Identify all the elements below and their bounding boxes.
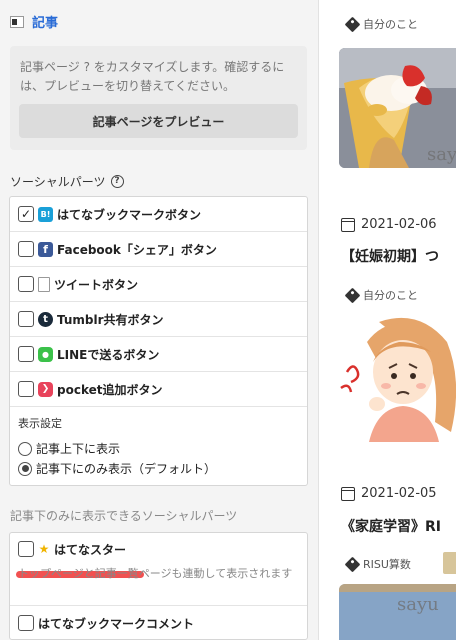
tag-thumbnail [443,552,456,574]
option-label: はてなブックマークボタン [57,207,202,222]
post-date: 2021-02-05 [341,486,437,501]
option-label: はてなスター [54,542,127,557]
post-title[interactable]: 《家庭学習》RI [341,516,441,536]
intro-box: 記事ページ ? をカスタマイズします。確認するには、プレビューを切り替えてくださ… [10,46,307,150]
preview-article-button[interactable]: 記事ページをプレビュー [19,104,298,138]
option-label: Tumblr共有ボタン [57,312,164,327]
social-options-box: ✓ B! はてなブックマークボタン f Facebook「シェア」ボタン ツイー… [9,196,308,486]
option-facebook[interactable]: f Facebook「シェア」ボタン [10,232,307,267]
tag-label: 自分のこと [363,289,418,302]
risu-photo-band [339,584,456,592]
post-tag[interactable]: 自分のこと [344,287,418,303]
checkbox[interactable] [18,541,34,557]
radio-option-bottom-only[interactable]: 記事下にのみ表示（デフォルト） [18,460,216,477]
tag-icon [344,16,361,32]
radio-label: 記事上下に表示 [36,442,121,456]
radio-label: 記事下にのみ表示（デフォルト） [36,462,217,476]
option-tumblr[interactable]: t Tumblr共有ボタン [10,302,307,337]
tag-label: RISU算数 [363,558,411,571]
option-label: pocket追加ボタン [57,382,163,397]
option-label: はてなブックマークコメント [38,616,195,631]
checkbox[interactable] [18,346,34,362]
line-icon: ● [38,346,53,362]
radio-button-selected[interactable] [18,461,32,476]
tag-label: 自分のこと [363,18,418,31]
below-only-title: 記事下のみに表示できるソーシャルパーツ [10,509,238,523]
social-parts-title: ソーシャルパーツ ? [10,173,124,190]
post-tag[interactable]: RISU算数 [344,556,411,572]
radio-option-top-bottom[interactable]: 記事上下に表示 [18,440,120,457]
intro-text: 記事ページ ? をカスタマイズします。確認するには、プレビューを切り替えてくださ… [20,60,285,93]
option-label: LINEで送るボタン [57,347,160,362]
post-title[interactable]: 【妊娠初期】つ [341,246,439,266]
checkbox[interactable] [18,311,34,327]
tweet-icon [38,276,50,292]
calendar-icon [341,486,355,501]
tag-icon [344,556,361,572]
help-icon[interactable]: ? [110,175,124,188]
star-note: トップページと記事一覧ページも連動して表示されます [18,567,293,580]
hatena-bookmark-icon: B! [38,206,53,222]
watermark: sayu [427,144,456,165]
section-header: 記事 [10,12,58,31]
date-label: 2021-02-05 [361,486,437,501]
post-date: 2021-02-06 [341,217,437,232]
option-pocket[interactable]: ❯ pocket追加ボタン [10,372,307,407]
post-thumbnail-crepe[interactable]: sayu [339,48,456,168]
option-hatena-star[interactable]: ★ はてなスター [10,533,307,565]
option-hatena-bookmark[interactable]: ✓ B! はてなブックマークボタン [10,197,307,232]
checkbox[interactable] [18,276,34,292]
checkbox[interactable] [18,241,34,257]
tag-icon [344,287,361,303]
checkbox[interactable] [18,381,34,397]
display-settings-label: 表示設定 [18,417,62,430]
checkbox-checked[interactable]: ✓ [18,206,34,222]
option-tweet[interactable]: ツイートボタン [10,267,307,302]
settings-panel: 記事 記事ページ ? をカスタマイズします。確認するには、プレビューを切り替えて… [0,0,318,640]
post-tag[interactable]: 自分のこと [344,16,418,32]
post-thumbnail-risu[interactable]: sayu [339,584,456,640]
option-hatena-bookmark-comment[interactable]: はてなブックマークコメント [10,605,307,639]
option-label: ツイートボタン [54,277,139,292]
section-title: 記事 [32,16,59,31]
radio-button[interactable] [18,441,32,456]
below-options-box: ★ はてなスター トップページと記事一覧ページも連動して表示されます はてなブッ… [9,532,308,640]
option-line[interactable]: ● LINEで送るボタン [10,337,307,372]
post-thumbnail-illustration[interactable] [339,312,456,442]
pocket-icon: ❯ [38,381,53,397]
blog-preview-panel: 自分のこと sayu 2021-02-06 【妊娠初期】つ 自分のこと [318,0,456,640]
tumblr-icon: t [38,311,53,327]
option-label: Facebook「シェア」ボタン [57,242,217,257]
facebook-icon: f [38,241,53,257]
calendar-icon [341,217,355,232]
checkbox[interactable] [18,615,34,631]
date-label: 2021-02-06 [361,217,437,232]
social-parts-label: ソーシャルパーツ [10,175,106,189]
star-icon: ★ [38,542,50,556]
article-icon [10,15,24,28]
watermark: sayu [397,594,439,615]
worried-woman-illustration [340,317,456,442]
